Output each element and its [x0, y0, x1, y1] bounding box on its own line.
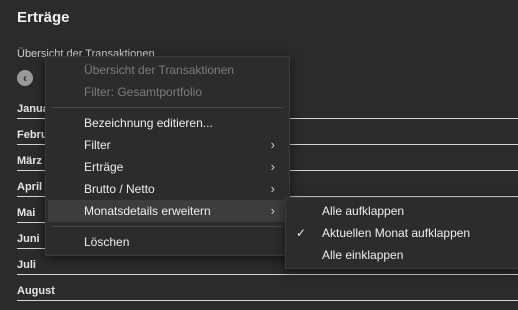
menu-header-title: Übersicht der Transaktionen: [48, 59, 287, 81]
submenu-item-expand-current[interactable]: ✓ Aktuellen Monat aufklappen: [288, 222, 517, 244]
chevron-right-icon: ›: [270, 181, 275, 196]
menu-header-filter: Filter: Gesamtportfolio: [48, 81, 287, 103]
checkmark-icon: ✓: [296, 226, 307, 240]
menu-item-label: Filter: Gesamtportfolio: [84, 85, 203, 99]
chevron-right-icon: ›: [270, 203, 275, 218]
menu-separator: [52, 226, 283, 227]
month-label: April: [17, 181, 43, 193]
chevron-right-icon: ›: [270, 137, 275, 152]
menu-item-month-details[interactable]: Monatsdetails erweitern ›: [48, 200, 287, 222]
chevron-right-icon: ›: [270, 159, 275, 174]
month-label: März: [17, 155, 43, 167]
month-label: August: [17, 285, 55, 297]
menu-item-label: Alle aufklappen: [322, 204, 405, 218]
month-details-submenu: Alle aufklappen ✓ Aktuellen Monat aufkla…: [285, 197, 518, 269]
month-label: Juli: [17, 259, 36, 271]
menu-item-label: Löschen: [84, 235, 130, 249]
month-label: Mai: [17, 207, 36, 219]
menu-item-label: Alle einklappen: [322, 248, 404, 262]
menu-item-label: Filter: [84, 138, 111, 152]
page-title: Erträge: [17, 9, 70, 26]
context-menu: Übersicht der Transaktionen Filter: Gesa…: [45, 56, 290, 256]
app-window: Erträge Übersicht der Transaktionen ‹ Ja…: [0, 0, 518, 308]
divider: [17, 300, 518, 301]
menu-item-label: Brutto / Netto: [84, 182, 155, 196]
menu-item-edit-name[interactable]: Bezeichnung editieren...: [48, 112, 287, 134]
menu-item-label: Bezeichnung editieren...: [84, 116, 213, 130]
month-label: Juni: [17, 233, 40, 245]
submenu-item-expand-all[interactable]: Alle aufklappen: [288, 200, 517, 222]
menu-item-label: Aktuellen Monat aufklappen: [322, 226, 471, 240]
menu-item-label: Erträge: [84, 160, 124, 174]
menu-item-ertraege[interactable]: Erträge ›: [48, 156, 287, 178]
month-row-august[interactable]: August: [17, 284, 518, 310]
menu-item-label: Übersicht der Transaktionen: [84, 63, 235, 77]
submenu-item-collapse-all[interactable]: Alle einklappen: [288, 244, 517, 266]
menu-item-filter[interactable]: Filter ›: [48, 134, 287, 156]
back-button[interactable]: ‹: [17, 70, 33, 86]
chevron-left-icon: ‹: [23, 71, 27, 85]
menu-item-label: Monatsdetails erweitern: [84, 204, 211, 218]
menu-item-brutto-netto[interactable]: Brutto / Netto ›: [48, 178, 287, 200]
menu-item-delete[interactable]: Löschen: [48, 231, 287, 253]
menu-separator: [52, 107, 283, 108]
divider: [17, 274, 518, 275]
